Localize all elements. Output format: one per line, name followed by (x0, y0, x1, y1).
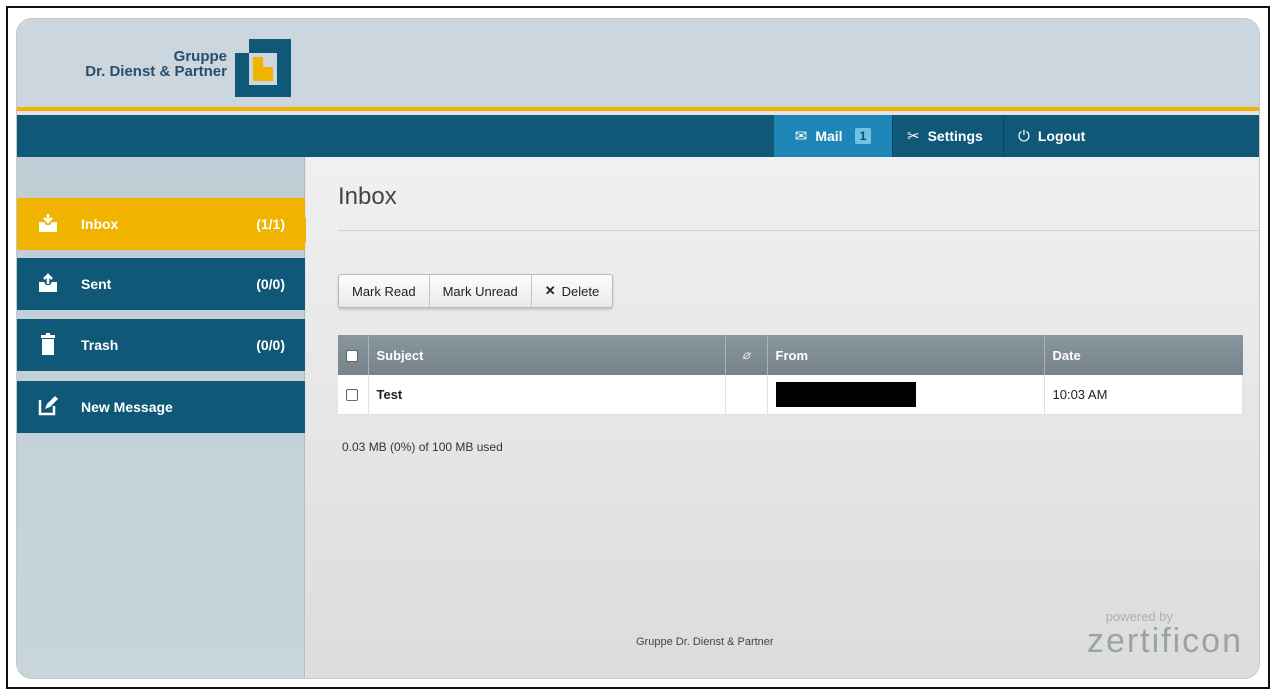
brand-line-1: Gruppe (173, 48, 227, 65)
sidebar-item-label: Inbox (81, 216, 119, 232)
sidebar-item-inbox[interactable]: Inbox (1/1) (17, 198, 305, 250)
nav-settings[interactable]: ✂ Settings (893, 115, 1003, 157)
screenshot-frame: Gruppe Dr. Dienst & Partner ✉ Mail 1 ✂ S… (6, 6, 1270, 689)
row-checkbox[interactable] (346, 389, 358, 402)
footer-company: Gruppe Dr. Dienst & Partner (636, 636, 774, 648)
zertificon-logo: zertificon (1086, 622, 1243, 660)
select-all-cell (338, 335, 369, 375)
nav-mail[interactable]: ✉ Mail 1 (774, 115, 892, 157)
trash-icon (41, 333, 55, 355)
divider (338, 230, 1259, 231)
message-date: 10:03 AM (1044, 375, 1243, 415)
sidebar-item-trash[interactable]: Trash (0/0) (17, 319, 305, 371)
brand-name: Gruppe Dr. Dienst & Partner (85, 49, 227, 79)
sidebar-item-count: (1/1) (256, 216, 285, 232)
sent-icon (39, 273, 57, 292)
unread-badge: 1 (854, 128, 872, 144)
inbox-icon (39, 214, 57, 232)
top-navbar: ✉ Mail 1 ✂ Settings ⏻ Logout (17, 115, 1259, 157)
brand-line-2: Dr. Dienst & Partner (85, 63, 227, 80)
brand-logo-icon (235, 39, 291, 97)
webmail-app: Gruppe Dr. Dienst & Partner ✉ Mail 1 ✂ S… (16, 18, 1260, 679)
column-date[interactable]: Date (1044, 335, 1243, 375)
close-icon: ✕ (544, 283, 556, 298)
main-content: Inbox Mark Read Mark Unread ✕ Delete Sub… (306, 157, 1259, 678)
brand-logo[interactable]: Gruppe Dr. Dienst & Partner (69, 39, 299, 97)
powered-by-logo[interactable]: powered by zertificon (1087, 609, 1243, 658)
nav-settings-label: Settings (927, 128, 983, 144)
sidebar-item-count: (0/0) (256, 337, 285, 353)
nav-logout-label: Logout (1037, 128, 1086, 144)
mark-read-button[interactable]: Mark Read (339, 275, 430, 307)
tools-icon: ✂ (907, 128, 920, 145)
nav-mail-label: Mail (815, 128, 843, 144)
table-row[interactable]: Test 10:03 AM (338, 375, 1243, 415)
sidebar-item-label: Sent (81, 276, 112, 292)
sidebar-item-sent[interactable]: Sent (0/0) (17, 258, 305, 310)
sidebar: Inbox (1/1) Sent (0/0) Trash (0/0) New M… (17, 157, 316, 678)
message-toolbar: Mark Read Mark Unread ✕ Delete (338, 274, 614, 308)
envelope-icon: ✉ (794, 128, 808, 145)
header: Gruppe Dr. Dienst & Partner (17, 19, 1259, 111)
table-header-row: Subject ⌀ From Date (338, 335, 1243, 375)
paperclip-icon: ⌀ (742, 347, 750, 362)
select-all-checkbox[interactable] (346, 350, 358, 363)
sidebar-item-label: New Message (81, 399, 173, 415)
message-attachment (725, 375, 768, 415)
page-title: Inbox (338, 183, 397, 210)
message-from[interactable] (767, 375, 1045, 415)
column-from[interactable]: From (767, 335, 1045, 375)
column-attachment[interactable]: ⌀ (725, 335, 768, 375)
redacted-sender (775, 381, 916, 407)
storage-quota: 0.03 MB (0%) of 100 MB used (342, 440, 503, 454)
sidebar-item-new-message[interactable]: New Message (17, 381, 305, 433)
power-icon: ⏻ (1018, 127, 1030, 145)
sidebar-item-label: Trash (81, 337, 119, 353)
sidebar-item-count: (0/0) (256, 276, 285, 292)
row-select-cell (338, 375, 369, 415)
column-subject[interactable]: Subject (368, 335, 726, 375)
delete-button[interactable]: ✕ Delete (532, 275, 612, 307)
message-subject[interactable]: Test (368, 375, 726, 415)
compose-icon (38, 396, 58, 416)
delete-button-label: Delete (561, 283, 600, 299)
nav-logout[interactable]: ⏻ Logout (1004, 115, 1104, 157)
mark-unread-button[interactable]: Mark Unread (430, 275, 532, 307)
message-table: Subject ⌀ From Date Test 10:03 AM (338, 335, 1243, 415)
